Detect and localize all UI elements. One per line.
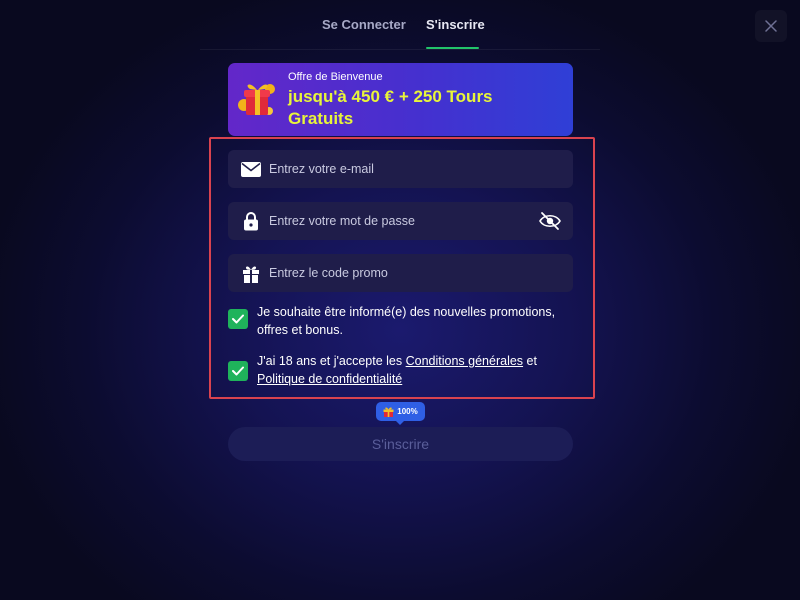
eye-slash-icon[interactable] <box>539 211 561 231</box>
newsletter-checkbox[interactable] <box>228 309 248 329</box>
terms-label: J'ai 18 ans et j'accepte les Conditions … <box>257 352 537 388</box>
progress-badge: 100% <box>376 402 425 425</box>
lock-icon <box>241 211 261 231</box>
checkmark-icon <box>232 366 244 376</box>
terms-conditions-link[interactable]: Conditions générales <box>406 354 523 368</box>
tab-register[interactable]: S'inscrire <box>426 17 485 32</box>
banner-subtitle: Offre de Bienvenue <box>288 71 383 83</box>
password-field[interactable] <box>228 202 573 240</box>
gift-icon <box>383 407 394 417</box>
banner-title: jusqu'à 450 € + 250 Tours Gratuits <box>288 87 493 128</box>
newsletter-consent-row: Je souhaite être informé(e) des nouvelle… <box>228 303 573 339</box>
gift-icon <box>241 263 261 283</box>
register-submit-button[interactable]: S'inscrire <box>228 427 573 461</box>
gift-icon <box>238 84 275 115</box>
promo-code-input[interactable] <box>269 266 509 280</box>
promo-code-field[interactable] <box>228 254 573 292</box>
password-input[interactable] <box>269 214 509 228</box>
terms-middle: et <box>523 354 537 368</box>
auth-tabs: Se Connecter S'inscrire <box>200 0 600 50</box>
active-tab-indicator <box>426 47 479 49</box>
email-input[interactable] <box>269 162 509 176</box>
terms-checkbox[interactable] <box>228 361 248 381</box>
privacy-policy-link[interactable]: Politique de confidentialité <box>257 372 402 386</box>
progress-value: 100% <box>397 407 418 416</box>
email-field[interactable] <box>228 150 573 188</box>
welcome-offer-banner: Offre de Bienvenue jusqu'à 450 € + 250 T… <box>228 63 573 136</box>
close-icon <box>765 20 777 32</box>
envelope-icon <box>241 159 261 179</box>
close-button[interactable] <box>755 10 787 42</box>
terms-prefix: J'ai 18 ans et j'accepte les <box>257 354 406 368</box>
checkmark-icon <box>232 314 244 324</box>
tab-login[interactable]: Se Connecter <box>322 17 406 32</box>
newsletter-label: Je souhaite être informé(e) des nouvelle… <box>257 305 556 337</box>
terms-consent-row: J'ai 18 ans et j'accepte les Conditions … <box>228 352 573 388</box>
